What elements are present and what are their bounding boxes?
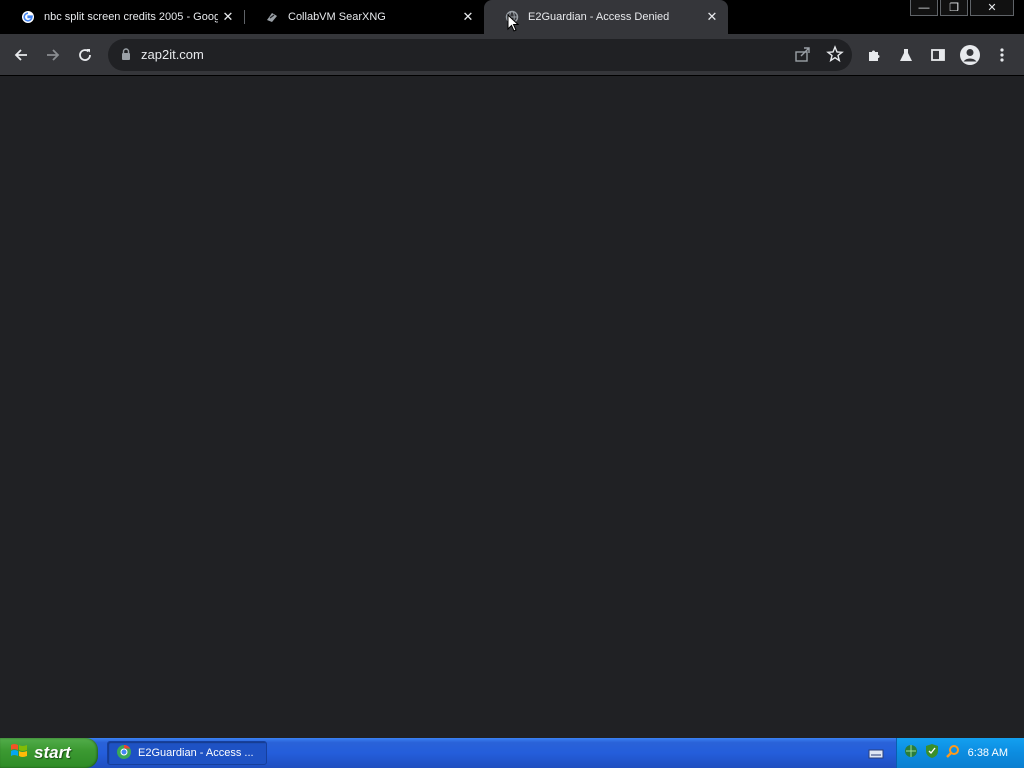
taskbar-item-e2guardian[interactable]: E2Guardian - Access ... bbox=[107, 741, 267, 765]
tab-title: CollabVM SearXNG bbox=[288, 11, 386, 23]
start-label: start bbox=[34, 743, 71, 762]
start-button[interactable]: start bbox=[0, 738, 98, 768]
security-shield-icon[interactable] bbox=[925, 743, 939, 764]
keyboard-icon[interactable] bbox=[868, 747, 884, 765]
tab-e2guardian-active[interactable]: E2Guardian - Access Denied ✕ bbox=[484, 0, 728, 34]
close-tab-icon[interactable]: ✕ bbox=[218, 7, 238, 27]
tab-title: E2Guardian - Access Denied bbox=[528, 11, 670, 23]
extensions-button[interactable] bbox=[861, 42, 887, 68]
kebab-menu-icon bbox=[1000, 48, 1004, 62]
chrome-icon bbox=[116, 744, 132, 763]
window-controls: — ❐ ✕ bbox=[910, 0, 1014, 16]
system-tray: 6:38 AM bbox=[896, 738, 1024, 768]
tab-title: nbc split screen credits 2005 - Goog bbox=[44, 11, 218, 23]
menu-button[interactable] bbox=[989, 42, 1015, 68]
close-window-button[interactable]: ✕ bbox=[970, 0, 1014, 16]
forward-arrow-icon bbox=[47, 49, 60, 61]
back-button[interactable] bbox=[8, 42, 34, 68]
flask-icon bbox=[900, 49, 912, 61]
bookmark-star-icon[interactable] bbox=[826, 45, 844, 68]
restore-button[interactable]: ❐ bbox=[940, 0, 968, 16]
searxng-icon bbox=[264, 9, 280, 25]
reload-button[interactable] bbox=[72, 42, 98, 68]
mouse-cursor-icon bbox=[507, 13, 520, 38]
back-arrow-icon bbox=[14, 49, 27, 61]
taskbar: start E2Guardian - Access ... 6:38 AM bbox=[0, 738, 1024, 768]
windows-flag-icon bbox=[10, 742, 28, 765]
network-icon[interactable] bbox=[903, 743, 919, 764]
share-icon[interactable] bbox=[794, 45, 812, 68]
address-bar[interactable]: zap2it.com bbox=[108, 39, 852, 71]
profile-avatar-icon bbox=[960, 45, 980, 65]
close-tab-icon[interactable]: ✕ bbox=[702, 7, 722, 27]
side-panel-button[interactable] bbox=[925, 42, 951, 68]
search-magnifier-icon[interactable] bbox=[945, 743, 961, 764]
browser-toolbar: zap2it.com bbox=[0, 34, 1024, 76]
tab-google-search[interactable]: nbc split screen credits 2005 - Goog ✕ bbox=[0, 0, 244, 34]
clock[interactable]: 6:38 AM bbox=[968, 747, 1008, 759]
tab-searxng[interactable]: CollabVM SearXNG ✕ bbox=[244, 0, 484, 34]
forward-button[interactable] bbox=[40, 42, 66, 68]
reload-icon bbox=[79, 49, 91, 61]
lock-icon[interactable] bbox=[120, 47, 132, 66]
page-content bbox=[0, 77, 1024, 738]
side-panel-icon bbox=[931, 49, 945, 61]
url-text[interactable]: zap2it.com bbox=[141, 47, 204, 62]
labs-button[interactable] bbox=[893, 42, 919, 68]
minimize-button[interactable]: — bbox=[910, 0, 938, 16]
close-tab-icon[interactable]: ✕ bbox=[458, 7, 478, 27]
profile-button[interactable] bbox=[957, 42, 983, 68]
google-icon bbox=[20, 9, 36, 25]
taskbar-item-label: E2Guardian - Access ... bbox=[138, 747, 254, 759]
puzzle-icon bbox=[869, 50, 880, 61]
